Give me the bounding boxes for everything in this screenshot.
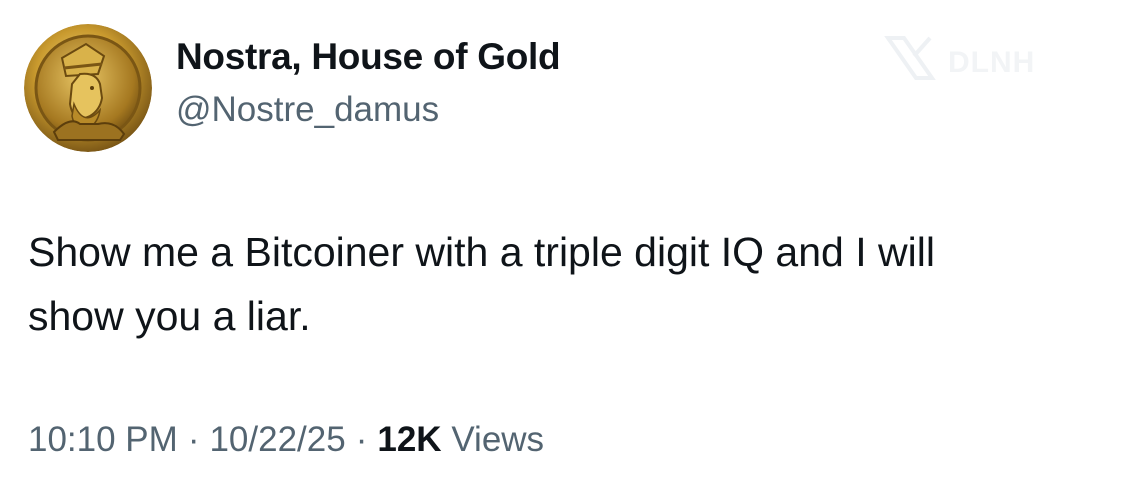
tweet-card: Nostra, House of Gold @Nostre_damus DLNH…	[0, 0, 1125, 486]
tweet-meta: 10:10 PM · 10/22/25 · 12K Views	[28, 420, 544, 460]
author-handle[interactable]: @Nostre_damus	[176, 90, 439, 130]
watermark: DLNH	[884, 36, 1084, 86]
tweet-text-line: show you a liar.	[28, 293, 311, 339]
avatar[interactable]	[24, 24, 152, 152]
watermark-text: DLNH	[948, 46, 1036, 79]
author-display-name[interactable]: Nostra, House of Gold	[176, 36, 561, 78]
tweet-text: Show me a Bitcoiner with a triple digit …	[28, 220, 1108, 348]
gold-coin-portrait-icon	[24, 24, 152, 152]
meta-separator: ·	[187, 420, 200, 459]
tweet-date[interactable]: 10/22/25	[209, 420, 345, 459]
x-logo-icon	[884, 36, 936, 80]
meta-separator: ·	[355, 420, 368, 459]
views-label: Views	[451, 420, 545, 459]
tweet-time[interactable]: 10:10 PM	[28, 420, 178, 459]
views-count: 12K	[377, 420, 442, 459]
tweet-text-line: Show me a Bitcoiner with a triple digit …	[28, 229, 935, 275]
